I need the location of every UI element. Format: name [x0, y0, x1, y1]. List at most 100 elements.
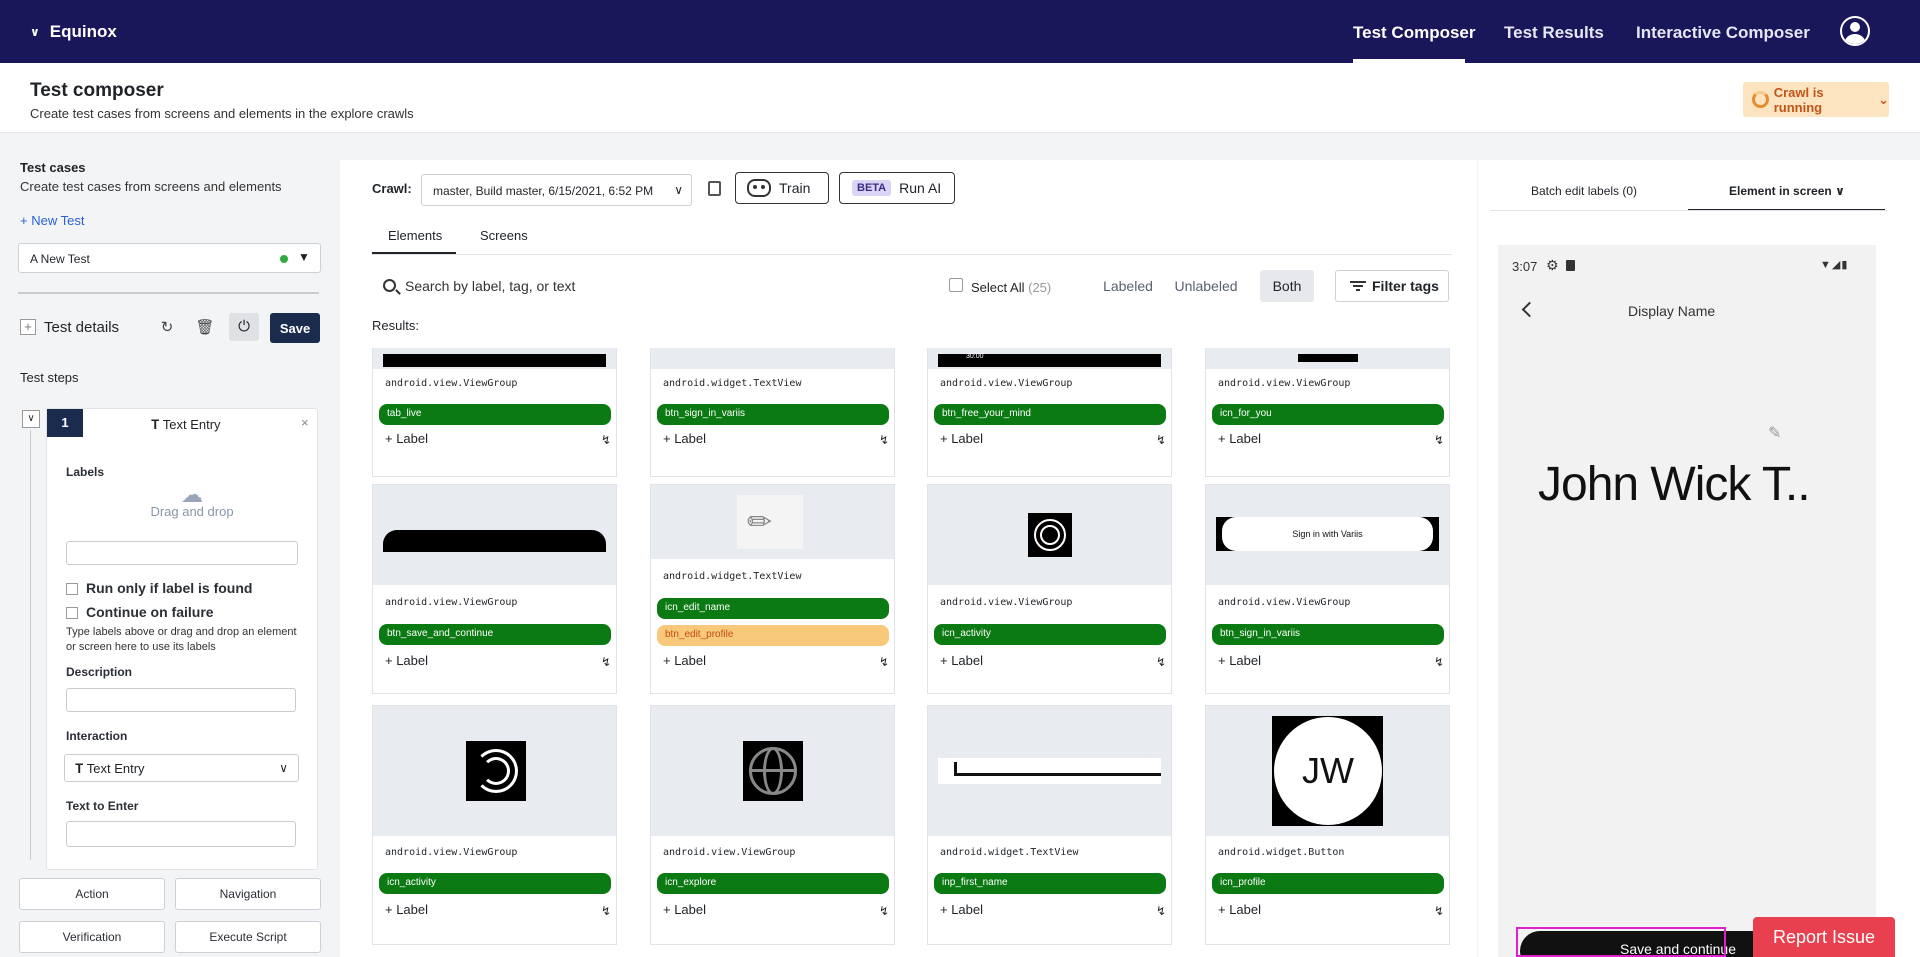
element-card[interactable]: Sign in with Variis android.view.ViewGro… — [1205, 484, 1450, 694]
add-label-button[interactable]: + Label — [1218, 431, 1261, 446]
add-label-button[interactable]: + Label — [940, 902, 983, 917]
select-all-checkbox[interactable] — [949, 278, 963, 292]
tab-batch-edit-labels[interactable]: Batch edit labels (0) — [1531, 184, 1637, 198]
label-tag[interactable]: btn_sign_in_variis — [1212, 624, 1444, 645]
element-card[interactable]: android.view.ViewGroup icn_explore + Lab… — [650, 705, 895, 945]
bolt-icon[interactable]: ↯ — [879, 904, 889, 918]
drop-zone[interactable]: ☁ Drag and drop — [127, 484, 257, 520]
element-thumbnail — [373, 706, 616, 836]
test-select[interactable]: A New Test ▼ — [18, 243, 321, 273]
add-action-button[interactable]: Action — [19, 878, 165, 910]
select-all-text: Select All — [971, 280, 1025, 295]
filter-unlabeled[interactable]: Unlabeled — [1167, 270, 1245, 302]
add-label-button[interactable]: + Label — [385, 431, 428, 446]
crawl-status-badge[interactable]: Crawl is running ⌄ — [1743, 82, 1889, 117]
add-execute-script-button[interactable]: Execute Script — [175, 921, 321, 953]
nav-interactive-composer[interactable]: Interactive Composer — [1636, 23, 1810, 43]
new-test-link[interactable]: + New Test — [20, 213, 84, 228]
collapse-step-icon[interactable]: ∨ — [22, 410, 40, 428]
expand-plus-icon[interactable]: + — [20, 319, 36, 335]
element-thumbnail — [651, 348, 894, 369]
element-card[interactable]: 30:00 android.view.ViewGroup btn_free_yo… — [927, 348, 1172, 477]
run-only-checkbox[interactable] — [66, 583, 78, 595]
copy-icon[interactable] — [708, 181, 721, 196]
filter-tags-label: Filter tags — [1372, 278, 1439, 294]
label-tag-suggested[interactable]: btn_edit_profile — [657, 625, 889, 646]
filter-both[interactable]: Both — [1260, 270, 1314, 302]
continue-failure-checkbox[interactable] — [66, 607, 78, 619]
search-input[interactable] — [405, 271, 805, 301]
bolt-icon[interactable]: ↯ — [1434, 655, 1444, 669]
element-card[interactable]: android.view.ViewGroup icn_activity + La… — [372, 705, 617, 945]
nav-test-composer[interactable]: Test Composer — [1353, 23, 1476, 43]
save-button[interactable]: Save — [270, 313, 320, 343]
run-ai-button[interactable]: BETA Run AI — [839, 172, 955, 204]
labels-input[interactable] — [66, 541, 298, 565]
filter-tags-button[interactable]: Filter tags — [1335, 270, 1449, 302]
brand-menu[interactable]: ∨ Equinox — [30, 22, 117, 42]
element-card[interactable]: JW android.widget.Button icn_profile + L… — [1205, 705, 1450, 945]
description-input[interactable] — [66, 688, 296, 712]
add-navigation-button[interactable]: Navigation — [175, 878, 321, 910]
device-display-name: John Wick T.. — [1538, 458, 1811, 511]
bolt-icon[interactable]: ↯ — [601, 904, 611, 918]
label-tag[interactable]: icn_activity — [379, 873, 611, 894]
label-tag[interactable]: icn_activity — [934, 624, 1166, 645]
nav-test-results[interactable]: Test Results — [1504, 23, 1604, 43]
interaction-select[interactable]: 𝐓 Text Entry ∨ — [64, 754, 299, 782]
add-label-button[interactable]: + Label — [1218, 653, 1261, 668]
label-tag[interactable]: icn_for_you — [1212, 404, 1444, 425]
tab-element-in-screen[interactable]: Element in screen ∨ — [1729, 184, 1845, 198]
add-label-button[interactable]: + Label — [663, 431, 706, 446]
label-tag[interactable]: inp_first_name — [934, 873, 1166, 894]
element-card[interactable]: ✏ android.widget.TextView icn_edit_name … — [650, 484, 895, 694]
report-issue-button[interactable]: Report Issue — [1753, 917, 1895, 957]
bolt-icon[interactable]: ↯ — [1156, 433, 1166, 447]
bolt-icon[interactable]: ↯ — [879, 433, 889, 447]
label-tag[interactable]: icn_explore — [657, 873, 889, 894]
bolt-icon[interactable]: ↯ — [1156, 655, 1166, 669]
bolt-icon[interactable]: ↯ — [879, 655, 889, 669]
add-label-button[interactable]: + Label — [663, 902, 706, 917]
element-card[interactable]: android.view.ViewGroup icn_for_you + Lab… — [1205, 348, 1450, 477]
label-tag[interactable]: btn_free_your_mind — [934, 404, 1166, 425]
label-tag[interactable]: btn_save_and_continue — [379, 624, 611, 645]
element-card[interactable]: android.widget.TextView inp_first_name +… — [927, 705, 1172, 945]
label-tag[interactable]: btn_sign_in_variis — [657, 404, 889, 425]
page-title: Test composer — [30, 80, 164, 101]
add-label-button[interactable]: + Label — [940, 431, 983, 446]
execute-script-label: Execute Script — [209, 930, 287, 944]
power-icon[interactable]: ⏻ — [229, 313, 259, 341]
trash-icon[interactable]: 🗑 — [193, 316, 217, 340]
element-card[interactable]: android.view.ViewGroup tab_live + Label … — [372, 348, 617, 477]
test-details-label: Test details — [44, 319, 120, 336]
element-card[interactable]: android.widget.TextView btn_sign_in_vari… — [650, 348, 895, 477]
user-avatar-icon[interactable] — [1840, 16, 1870, 46]
train-button[interactable]: Train — [735, 172, 829, 204]
add-label-button[interactable]: + Label — [385, 653, 428, 668]
tab-screens[interactable]: Screens — [480, 228, 528, 243]
text-to-enter-input[interactable] — [66, 821, 296, 847]
add-verification-button[interactable]: Verification — [19, 921, 165, 953]
element-card[interactable]: android.view.ViewGroup btn_save_and_cont… — [372, 484, 617, 694]
add-label-button[interactable]: + Label — [663, 653, 706, 668]
element-highlight — [1516, 927, 1726, 957]
add-label-button[interactable]: + Label — [940, 653, 983, 668]
close-icon[interactable]: × — [301, 415, 309, 430]
bolt-icon[interactable]: ↯ — [601, 655, 611, 669]
refresh-icon[interactable]: ↻ — [155, 316, 179, 340]
label-tag[interactable]: icn_profile — [1212, 873, 1444, 894]
add-label-button[interactable]: + Label — [1218, 902, 1261, 917]
bolt-icon[interactable]: ↯ — [601, 433, 611, 447]
crawl-select[interactable]: master, Build master, 6/15/2021, 6:52 PM… — [421, 174, 692, 206]
filter-labeled[interactable]: Labeled — [1097, 270, 1159, 302]
add-label-button[interactable]: + Label — [385, 902, 428, 917]
bolt-icon[interactable]: ↯ — [1434, 904, 1444, 918]
tab-elements[interactable]: Elements — [388, 228, 442, 243]
bolt-icon[interactable]: ↯ — [1156, 904, 1166, 918]
bolt-icon[interactable]: ↯ — [1434, 433, 1444, 447]
beta-badge: BETA — [852, 180, 892, 196]
element-card[interactable]: android.view.ViewGroup icn_activity + La… — [927, 484, 1172, 694]
label-tag[interactable]: icn_edit_name — [657, 598, 889, 619]
label-tag[interactable]: tab_live — [379, 404, 611, 425]
